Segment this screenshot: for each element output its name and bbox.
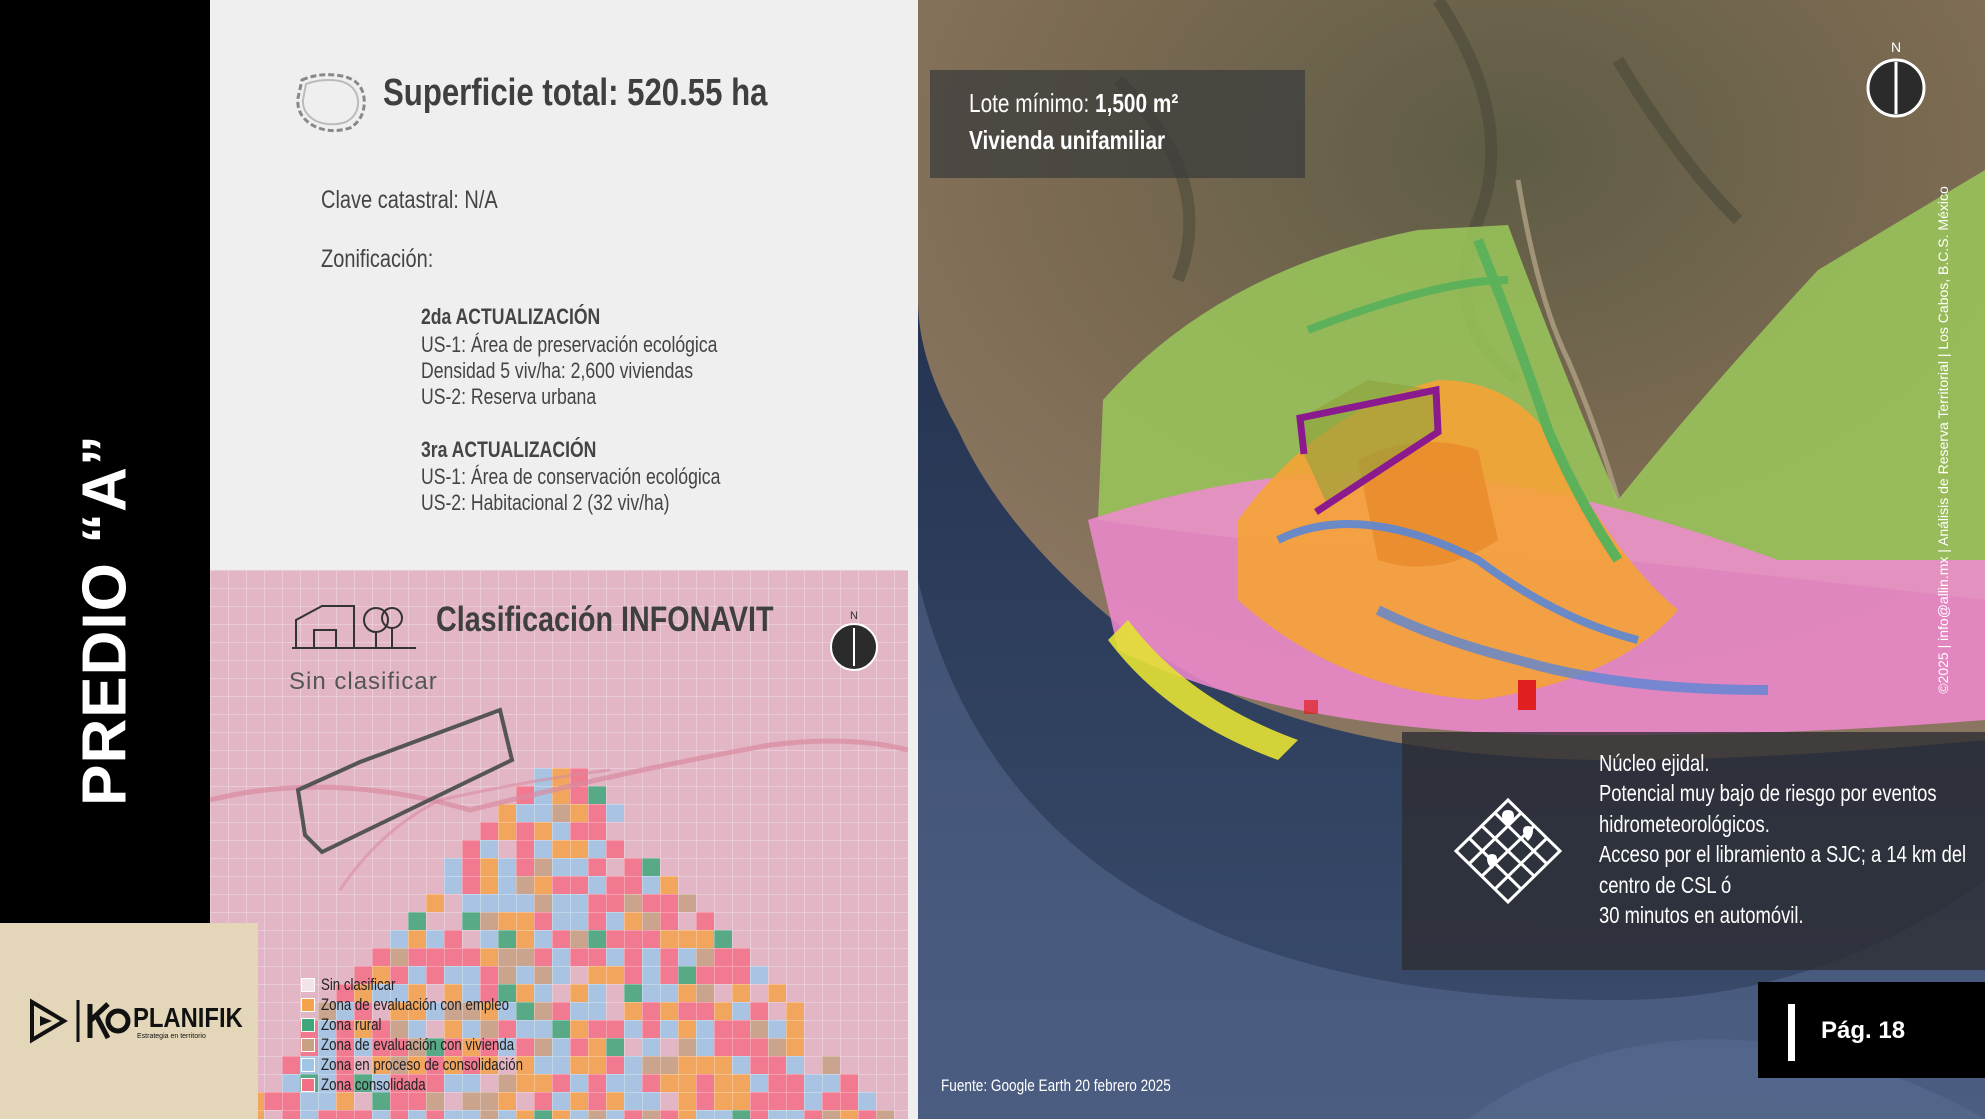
legend-label: Sin clasificar	[321, 975, 396, 994]
lote-minimo: Lote mínimo: 1,500 m²	[969, 88, 1178, 119]
act2-line: Densidad 5 viv/ha: 2,600 viviendas	[421, 358, 693, 383]
legend-label: Zona rural	[321, 1015, 382, 1034]
logo-mark-icon	[30, 998, 131, 1044]
legend-label: Zona de evaluación con empleo	[321, 995, 509, 1014]
north-arrow-icon: N	[830, 610, 878, 671]
source-note: Fuente: Google Earth 20 febrero 2025	[941, 1076, 1171, 1095]
note-line: centro de CSL ó	[1599, 872, 1732, 898]
legend-label: Zona consolidada	[321, 1075, 426, 1094]
note-line: hidrometeorológicos.	[1599, 811, 1770, 837]
note-line: Acceso por el libramiento a SJC; a 14 km…	[1599, 841, 1967, 867]
page-divider	[1788, 1004, 1795, 1061]
legend-item: Zona en proceso de consolidación	[301, 1055, 580, 1075]
superficie-total: Superficie total: 520.55 ha	[383, 72, 768, 114]
act2-line: US-2: Reserva urbana	[421, 384, 597, 409]
note-line: Potencial muy bajo de riesgo por eventos	[1599, 780, 1937, 806]
house-tree-icon	[292, 605, 416, 649]
legend-label: Zona de evaluación con vivienda	[321, 1035, 515, 1054]
legend-swatch	[301, 1058, 315, 1072]
legend-swatch	[301, 1038, 315, 1052]
act3-line: US-1: Área de conservación ecológica	[421, 464, 721, 489]
north-label: N	[850, 610, 858, 622]
vivienda-label: Vivienda unifamiliar	[969, 125, 1166, 155]
legend-item: Zona rural	[301, 1015, 580, 1035]
map-north-label: N	[1891, 39, 1901, 55]
polygon-outline-icon	[296, 73, 366, 133]
legend-item: Sin clasificar	[301, 975, 580, 995]
legend-swatch	[301, 978, 315, 992]
note-line: 30 minutos en automóvil.	[1599, 902, 1804, 928]
legend-item: Zona consolidada	[301, 1075, 580, 1095]
page-number: Pág. 18	[1821, 1017, 1906, 1044]
legend-swatch	[301, 1018, 315, 1032]
legend-item: Zona de evaluación con empleo	[301, 995, 580, 1015]
note-line: Núcleo ejidal.	[1599, 750, 1710, 776]
predio-title: PREDIO “A”	[70, 434, 140, 806]
infonavit-status: Sin clasificar	[289, 668, 438, 695]
infonavit-title: Clasificación INFONAVIT	[436, 600, 774, 639]
lote-value: 1,500 m²	[1095, 88, 1179, 118]
map-north-arrow-icon: N	[1866, 39, 1926, 118]
grid-pins-icon	[1453, 797, 1563, 905]
copyright: ©2025 | info@allin.mx | Análisis de Rese…	[1935, 186, 1951, 694]
logo-name: PLANIFIK	[133, 1002, 243, 1033]
act3-line: US-2: Habitacional 2 (32 viv/ha)	[421, 490, 670, 515]
act3-heading: 3ra ACTUALIZACIÓN	[421, 437, 597, 462]
logo-tagline: Estrategia en territorio	[137, 1033, 206, 1040]
act2-heading: 2da ACTUALIZACIÓN	[421, 304, 601, 329]
zonificacion-label: Zonificación:	[321, 245, 434, 273]
legend-swatch	[301, 998, 315, 1012]
legend-label: Zona en proceso de consolidación	[321, 1055, 523, 1074]
legend-item: Zona de evaluación con vivienda	[301, 1035, 580, 1055]
lote-prefix: Lote mínimo:	[969, 88, 1096, 118]
lote-box	[930, 70, 1305, 178]
infonavit-legend: Sin clasificar Zona de evaluación con em…	[301, 975, 580, 1095]
clave-catastral: Clave catastral: N/A	[321, 186, 498, 214]
legend-swatch	[301, 1078, 315, 1092]
act2-line: US-1: Área de preservación ecológica	[421, 332, 718, 357]
